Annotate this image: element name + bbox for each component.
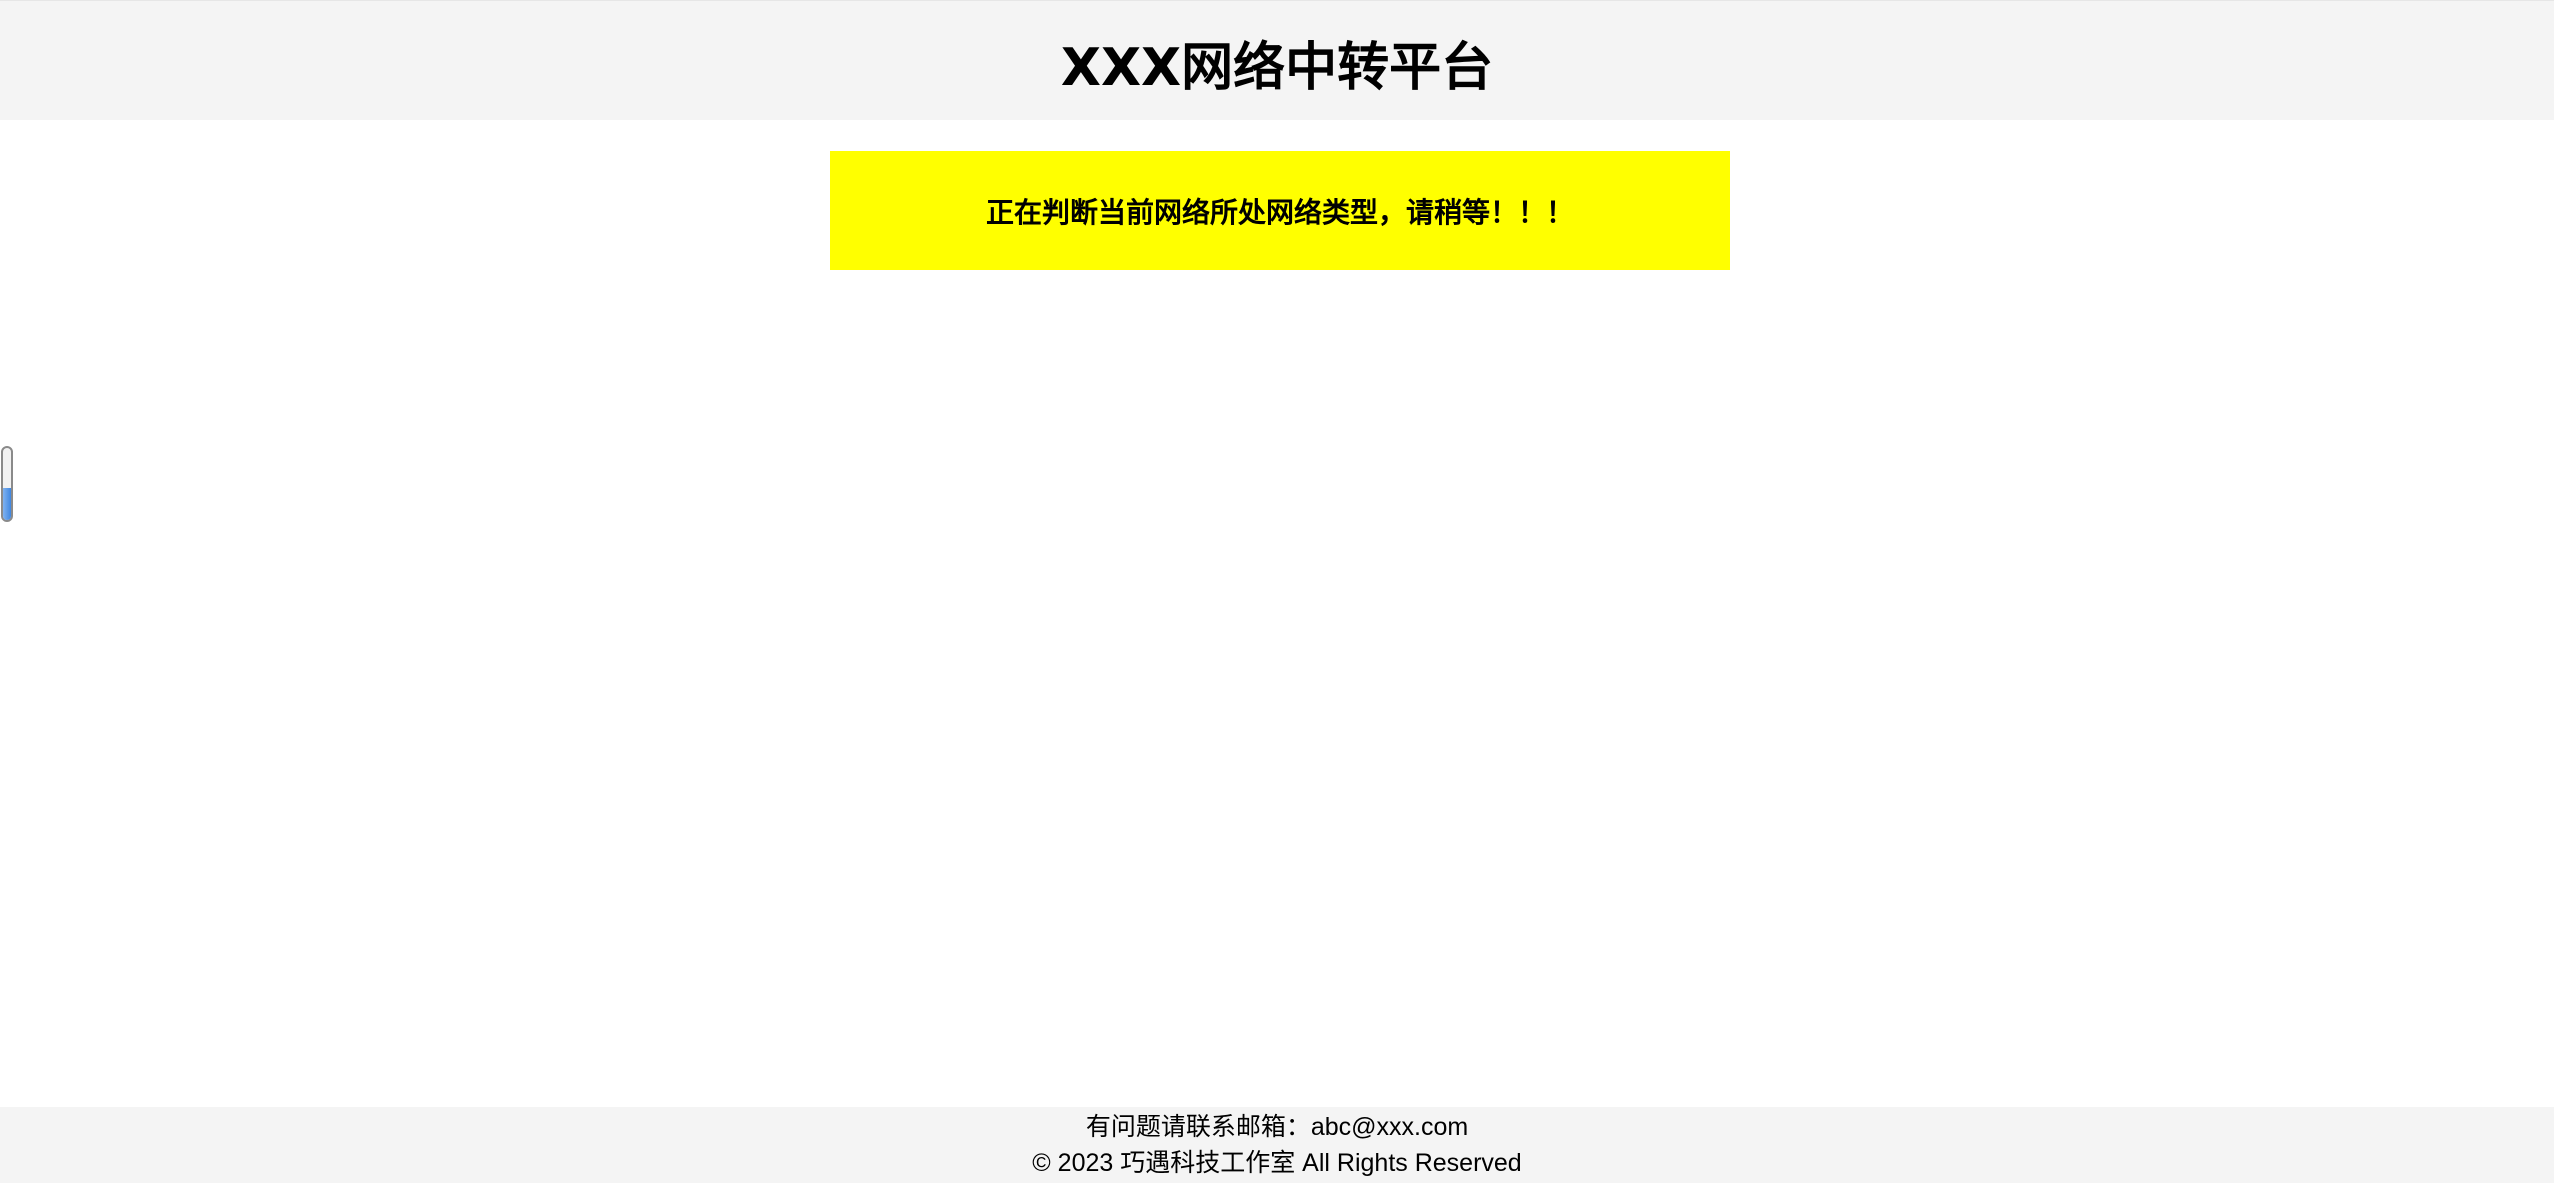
- status-message: 正在判断当前网络所处网络类型，请稍等！！！: [985, 195, 1574, 229]
- page-title: XXX网络中转平台: [1060, 38, 1494, 98]
- page: XXX网络中转平台 正在判断当前网络所处网络类型，请稍等！！！ 有问题请联系邮箱…: [0, 0, 2554, 1183]
- progress-fill: [3, 487, 11, 520]
- contact-email-text: 有问题请联系邮箱：abc@xxx.com: [1085, 1113, 1469, 1141]
- header-bar: XXX网络中转平台: [0, 0, 2554, 120]
- progress-indicator: [1, 446, 13, 522]
- footer: 有问题请联系邮箱：abc@xxx.com © 2023 巧遇科技工作室 All …: [0, 1107, 2554, 1183]
- copyright-text: © 2023 巧遇科技工作室 All Rights Reserved: [1032, 1149, 1522, 1177]
- status-banner: 正在判断当前网络所处网络类型，请稍等！！！: [830, 151, 1730, 270]
